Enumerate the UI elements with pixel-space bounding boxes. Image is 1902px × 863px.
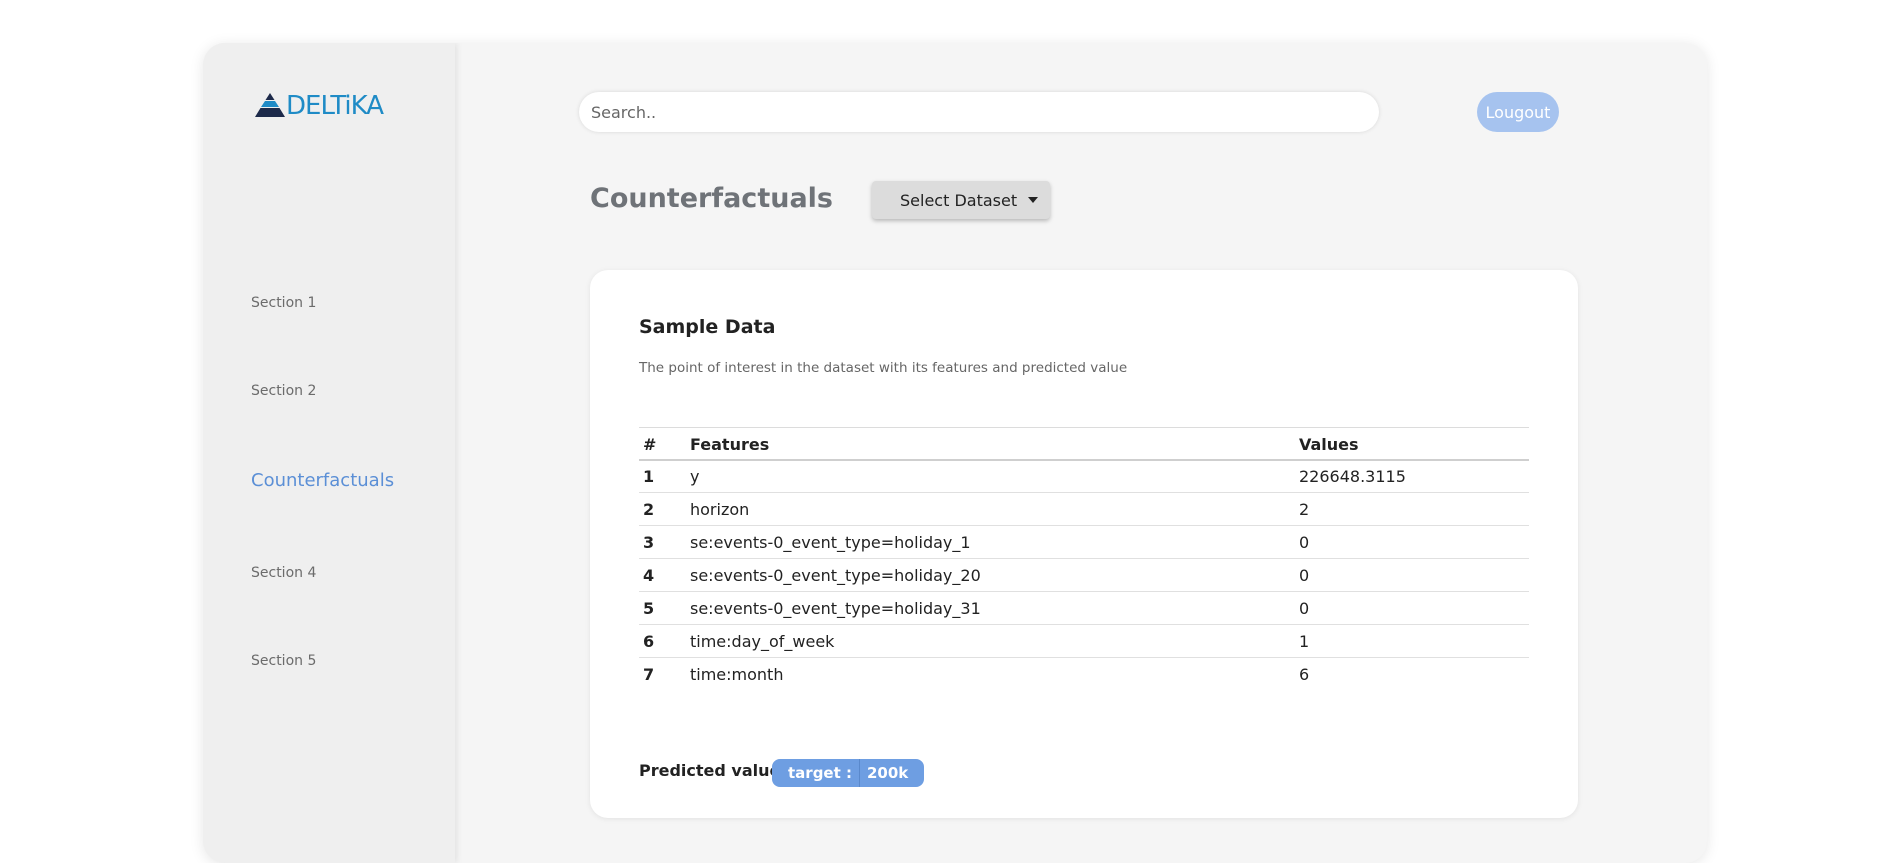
row-index: 6 [639, 624, 690, 658]
logo-pyramid-icon [255, 93, 285, 117]
sidebar-item-section-4[interactable]: Section 4 [251, 565, 316, 581]
select-dataset-label: Select Dataset [900, 190, 1018, 210]
table-row: 7 time:month 6 [639, 658, 1529, 691]
card-title: Sample Data [639, 316, 776, 338]
row-value: 0 [1299, 558, 1529, 592]
prediction-badge: target : 200k [772, 759, 925, 787]
sidebar-item-section-1[interactable]: Section 1 [251, 295, 316, 311]
row-feature: se:events-0_event_type=holiday_1 [690, 525, 1299, 559]
app-window: DELTiKA Section 1 Section 2 Counterfactu… [203, 43, 1707, 863]
row-feature: time:month [690, 664, 784, 684]
brand-logo[interactable]: DELTiKA [255, 91, 384, 121]
row-index: 1 [639, 459, 690, 493]
row-value: 0 [1299, 591, 1529, 625]
sidebar-item-section-5[interactable]: Section 5 [251, 653, 316, 669]
table-row: 4 se:events-0_event_type=holiday_20 0 [639, 558, 1529, 592]
sample-data-card: Sample Data The point of interest in the… [590, 270, 1578, 818]
table-row: 5 se:events-0_event_type=holiday_31 0 [639, 591, 1529, 625]
table-row: 2 horizon 2 [639, 492, 1529, 526]
page-title: Counterfactuals [590, 183, 833, 214]
select-dataset-dropdown[interactable]: Select Dataset [872, 181, 1050, 219]
table-header-row: # Features Values [639, 427, 1529, 461]
search-input[interactable] [579, 92, 1379, 132]
predicted-value-label: Predicted value [639, 761, 781, 780]
sidebar-item-counterfactuals[interactable]: Counterfactuals [251, 470, 394, 491]
badge-key: target : [772, 759, 860, 787]
row-value: 1 [1299, 624, 1529, 658]
row-index: 5 [639, 591, 690, 625]
row-feature: se:events-0_event_type=holiday_31 [690, 591, 1299, 625]
row-index: 7 [643, 664, 655, 684]
table-row: 3 se:events-0_event_type=holiday_1 0 [639, 525, 1529, 559]
row-feature: se:events-0_event_type=holiday_20 [690, 558, 1299, 592]
badge-value: 200k [867, 764, 909, 782]
table-row: 6 time:day_of_week 1 [639, 624, 1529, 658]
column-header-values: Values [1299, 427, 1529, 461]
sidebar-item-section-2[interactable]: Section 2 [251, 383, 316, 399]
column-header-features: Features [690, 427, 1299, 461]
row-value: 2 [1299, 492, 1529, 526]
logout-button[interactable]: Lougout [1477, 92, 1559, 132]
caret-down-icon [1028, 197, 1038, 203]
row-index: 2 [639, 492, 690, 526]
row-index: 4 [639, 558, 690, 592]
card-subtitle: The point of interest in the dataset wit… [639, 360, 1128, 376]
row-feature: y [690, 459, 1299, 493]
main-content: Lougout Counterfactuals Select Dataset S… [455, 43, 1707, 863]
sample-data-table: # Features Values 1 y 226648.3115 2 hori… [639, 427, 1529, 691]
row-value: 0 [1299, 525, 1529, 559]
sidebar: DELTiKA Section 1 Section 2 Counterfactu… [203, 43, 455, 863]
table-row: 1 y 226648.3115 [639, 459, 1529, 493]
row-value: 226648.3115 [1299, 459, 1529, 493]
row-value: 6 [1299, 664, 1310, 684]
column-header-index: # [639, 427, 690, 461]
row-feature: horizon [690, 492, 1299, 526]
row-feature: time:day_of_week [690, 624, 1299, 658]
logo-text: DELTiKA [286, 91, 384, 121]
row-index: 3 [639, 525, 690, 559]
